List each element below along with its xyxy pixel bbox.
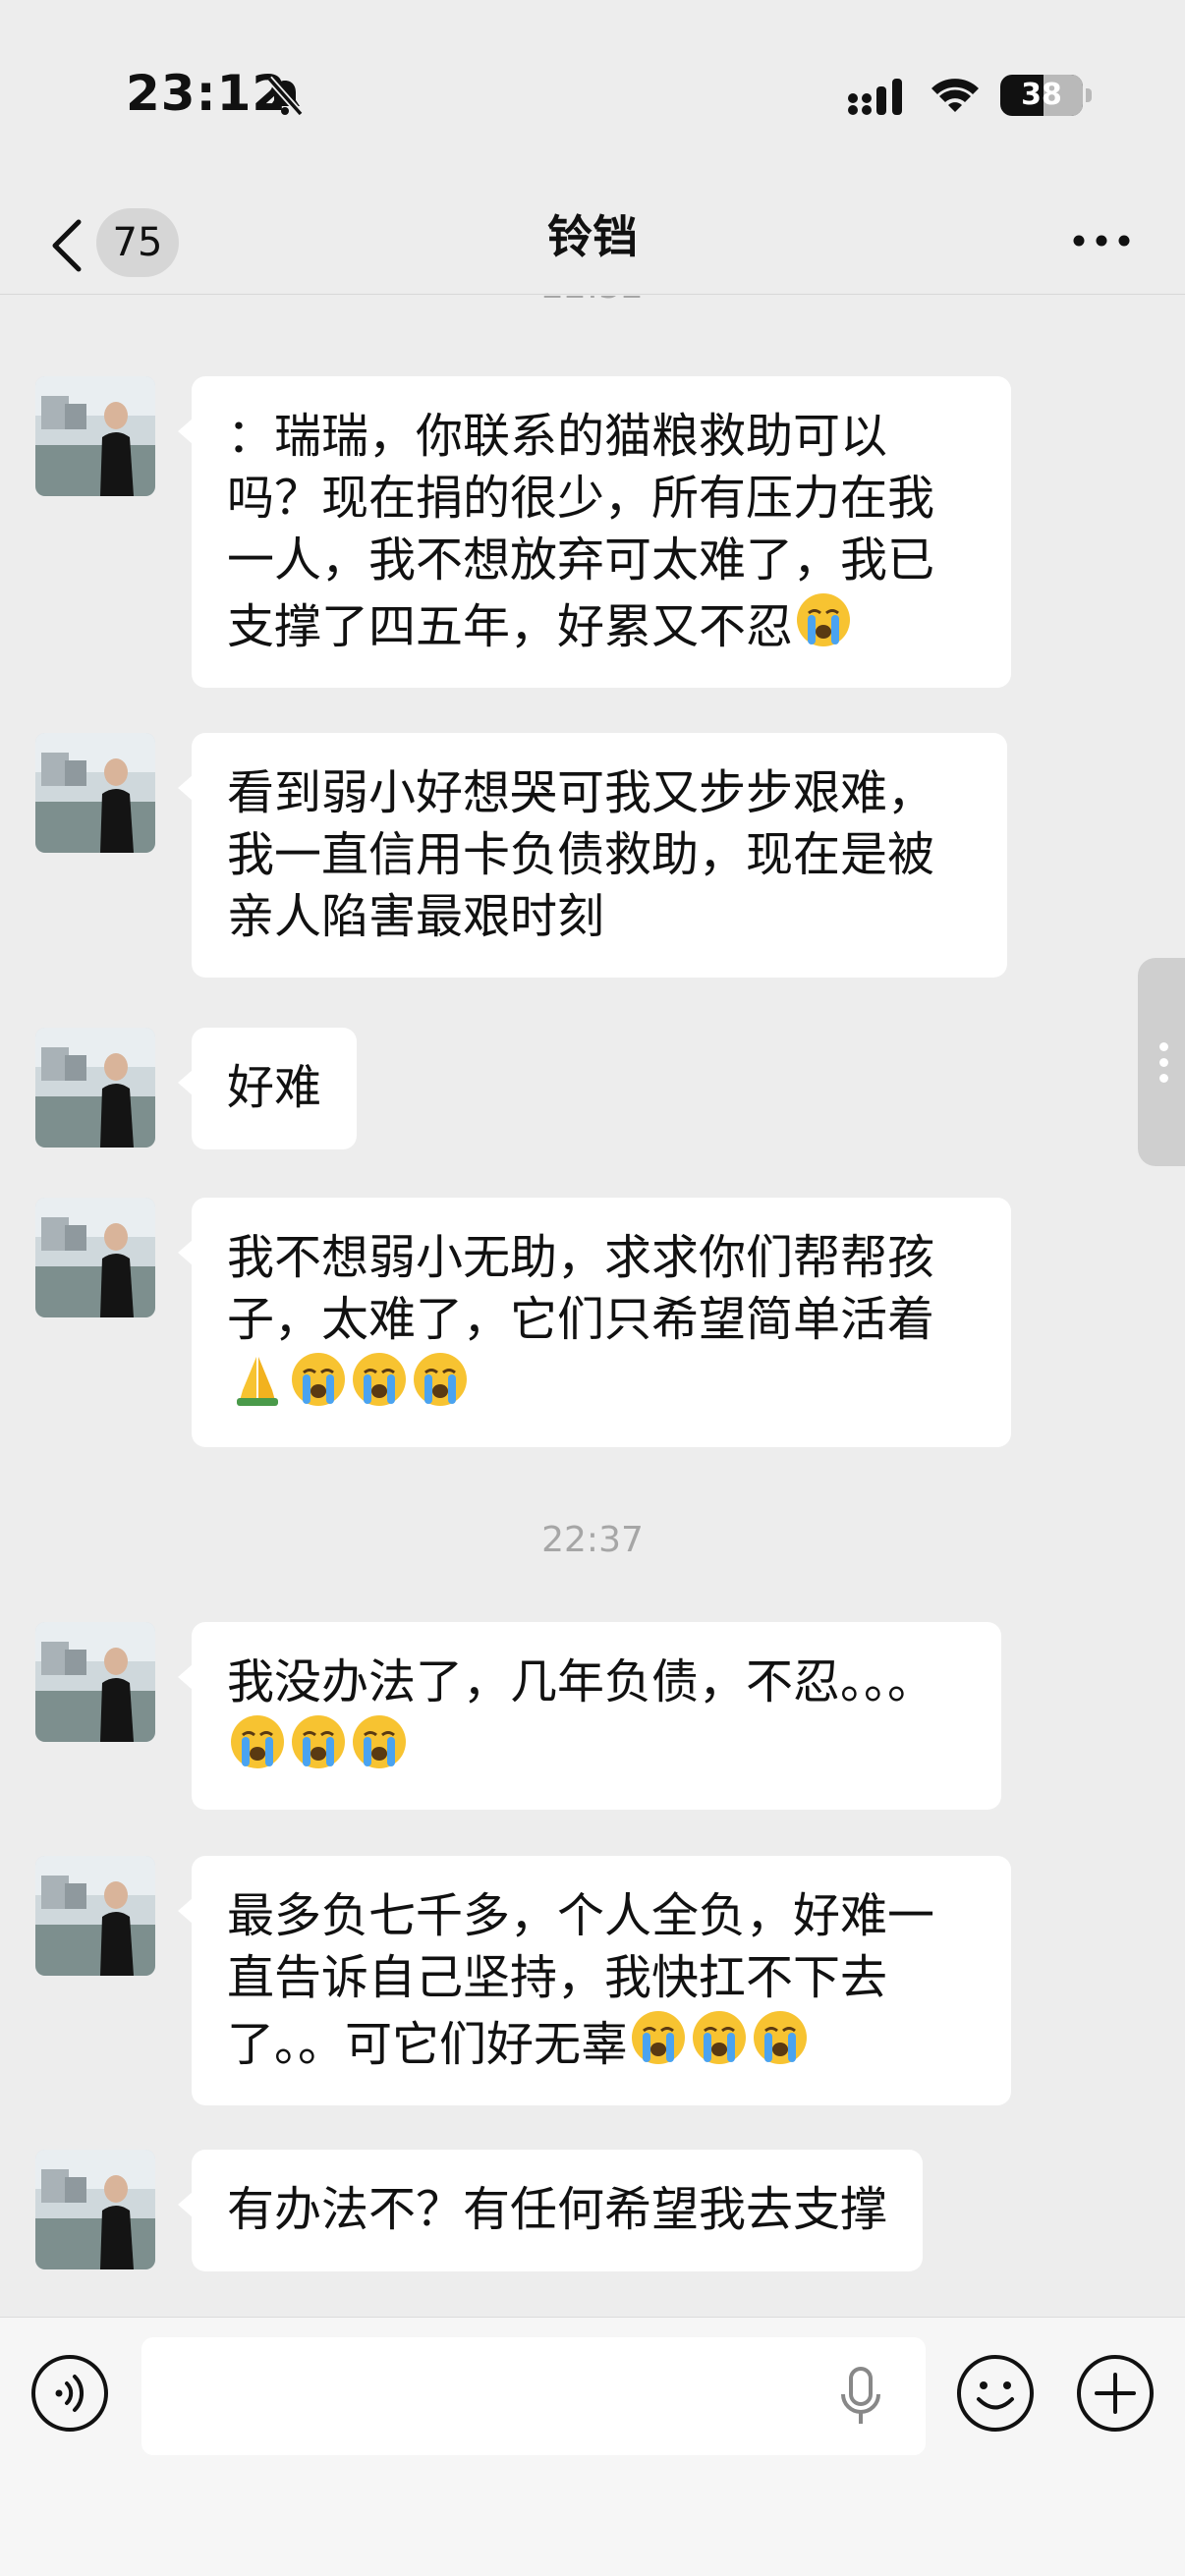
message-text: 看到弱小好想哭可我又步步艰难，我一直信用卡负债救助，现在是被亲人陷害最艰时刻 <box>227 765 935 944</box>
microphone-icon[interactable] <box>837 2367 884 2428</box>
avatar[interactable] <box>35 1622 155 1742</box>
chevron-left-icon <box>52 219 82 272</box>
avatar[interactable] <box>35 733 155 853</box>
crying-face-emoji-icon <box>693 2011 747 2064</box>
crying-face-emoji-icon <box>353 1715 406 1768</box>
message-text: 我不想弱小无助，求求你们帮帮孩子，太难了，它们只希望简单活着 <box>227 1230 935 1347</box>
message-text: 我没办法了，几年负债，不忍。。。 <box>227 1654 935 1709</box>
avatar[interactable] <box>35 2150 155 2269</box>
chat-title: 铃铛 <box>547 210 638 263</box>
avatar-photo <box>35 376 155 496</box>
message-text: 最多负七千多，个人全负，好难一直告诉自己坚持，我快扛不下去了。。可它们好无辜 <box>227 1888 935 2072</box>
message-bubble[interactable]: 最多负七千多，个人全负，好难一直告诉自己坚持，我快扛不下去了。。可它们好无辜 <box>178 1856 1011 2105</box>
message-text: 有办法不？有任何希望我去支撑 <box>227 2182 888 2237</box>
chat-input-bar <box>0 2317 1185 2576</box>
avatar-photo <box>35 1028 155 1148</box>
message-bubble[interactable]: ：瑞瑞，你联系的猫粮救助可以吗？现在捐的很少，所有压力在我一人，我不想放弃可太难… <box>178 376 1011 688</box>
avatar-photo <box>35 2150 155 2269</box>
crying-face-emoji-icon <box>292 1353 345 1406</box>
message-bubble[interactable]: 看到弱小好想哭可我又步步艰难，我一直信用卡负债救助，现在是被亲人陷害最艰时刻 <box>178 733 1007 978</box>
avatar[interactable] <box>35 1198 155 1317</box>
avatar[interactable] <box>35 1028 155 1148</box>
handle-dot <box>1159 1042 1168 1051</box>
status-bar: 23:12 38 <box>0 0 1185 187</box>
more-options-icon[interactable] <box>1069 216 1134 265</box>
message-timestamp: 22:37 <box>541 1520 644 1560</box>
plus-attach-button[interactable] <box>1075 2353 1156 2434</box>
message-bubble[interactable]: 好难 <box>177 1028 358 1149</box>
crying-face-emoji-icon <box>632 2011 686 2064</box>
folded-hands-emoji-icon <box>237 1357 278 1406</box>
message-list[interactable]: 22:32 ：瑞瑞，你联系的猫粮救助可以吗？现在捐的很少，所有压力在我一人，我不… <box>0 296 1185 2316</box>
voice-mode-button[interactable] <box>29 2353 110 2434</box>
message-timestamp: 22:32 <box>0 296 1185 307</box>
avatar[interactable] <box>35 1856 155 1976</box>
crying-face-emoji-icon <box>353 1353 406 1406</box>
bell-muted-icon <box>266 76 304 117</box>
back-button[interactable]: 75 <box>39 198 187 287</box>
message-bubble[interactable]: 我没办法了，几年负债，不忍。。。 <box>178 1622 1001 1810</box>
chat-header: 75 铃铛 <box>0 187 1185 295</box>
avatar-photo <box>35 1622 155 1742</box>
battery-indicator: 38 <box>1000 75 1092 116</box>
battery-percent: 38 <box>1021 78 1062 112</box>
message-bubble[interactable]: 我不想弱小无助，求求你们帮帮孩子，太难了，它们只希望简单活着 <box>178 1198 1011 1447</box>
side-drag-handle[interactable] <box>1138 958 1185 1166</box>
message-bubble[interactable]: 有办法不？有任何希望我去支撑 <box>177 2150 924 2271</box>
avatar-photo <box>35 1856 155 1976</box>
battery-nub <box>1086 88 1092 102</box>
crying-face-emoji-icon <box>754 2011 808 2064</box>
crying-face-emoji-icon <box>797 593 851 646</box>
message-text: 好难 <box>227 1060 322 1115</box>
emoji-picker-button[interactable] <box>955 2353 1036 2434</box>
crying-face-emoji-icon <box>414 1353 467 1406</box>
wifi-icon <box>931 79 979 112</box>
avatar-photo <box>35 1198 155 1317</box>
avatar-photo <box>35 733 155 853</box>
handle-dot <box>1159 1058 1168 1067</box>
avatar[interactable] <box>35 376 155 496</box>
crying-face-emoji-icon <box>292 1715 345 1768</box>
handle-dot <box>1159 1074 1168 1083</box>
unread-count-badge: 75 <box>96 208 179 277</box>
crying-face-emoji-icon <box>231 1715 284 1768</box>
cellular-signal-icon <box>848 79 902 115</box>
message-input[interactable] <box>141 2337 926 2455</box>
